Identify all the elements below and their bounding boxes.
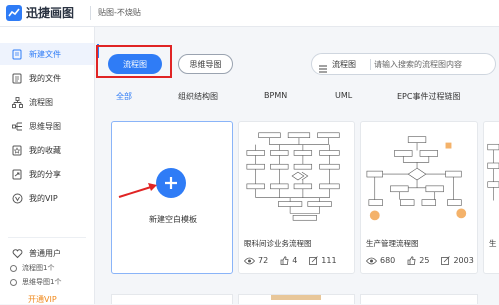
top-bar: 迅捷画图 贴图-不烧贴 xyxy=(0,0,499,27)
red-arrow-annotation xyxy=(118,183,157,198)
app-tagline: 贴图-不烧贴 xyxy=(98,8,141,17)
search-input[interactable] xyxy=(374,57,492,71)
share-icon xyxy=(10,169,24,180)
user-status: 普通用户 xyxy=(0,243,94,263)
highlight-annotation-box xyxy=(96,45,172,78)
new-blank-template-label: 新建空白模板 xyxy=(149,215,197,224)
template-stats: 72 4 111 xyxy=(244,256,349,265)
sidebar-item-label: 我的文件 xyxy=(29,73,61,83)
edit-icon xyxy=(309,256,319,265)
collection-icon xyxy=(10,145,24,156)
quota-mindmap: 思维导图1个 xyxy=(10,277,61,287)
copies-stat[interactable]: 111 xyxy=(309,256,337,265)
template-card-row2[interactable] xyxy=(111,294,233,304)
views-stat: 680 xyxy=(366,256,395,265)
mindmap-icon xyxy=(10,121,24,132)
search-divider xyxy=(370,59,371,70)
views-stat: 72 xyxy=(244,256,268,265)
likes-stat[interactable]: 4 xyxy=(280,256,297,265)
sidebar-item-share[interactable]: 我的分享 xyxy=(0,163,94,185)
upgrade-vip-link[interactable]: 开通VIP xyxy=(28,294,57,305)
quota-bullet-icon xyxy=(10,264,17,272)
template-thumbnail xyxy=(487,143,499,201)
template-title: 生 xyxy=(489,239,497,248)
eye-icon xyxy=(366,257,377,264)
template-thumbnail xyxy=(366,136,467,221)
copies-count: 111 xyxy=(321,256,337,265)
thumbs-up-icon xyxy=(280,256,289,265)
sidebar-item-collection[interactable]: 我的收藏 xyxy=(0,139,94,161)
header-divider xyxy=(90,6,91,20)
quota-bullet-icon xyxy=(10,278,17,286)
tab-org-chart[interactable]: 组织结构图 xyxy=(178,91,218,102)
search-bar: 流程图 xyxy=(311,53,496,75)
template-card[interactable]: 眼科间诊业务流程图 72 4 111 xyxy=(238,121,355,274)
eye-icon xyxy=(244,257,255,264)
tab-bpmn[interactable]: BPMN xyxy=(264,91,287,100)
template-card-row2[interactable] xyxy=(360,294,478,304)
sidebar: 新建文件 我的文件 流程图 思维导图 我的收藏 我的分享 我的VIP 普通用户 … xyxy=(0,27,95,304)
template-card[interactable]: 生 xyxy=(483,121,499,274)
tab-all[interactable]: 全部 xyxy=(116,91,132,102)
likes-count: 4 xyxy=(292,256,298,265)
thumbs-up-icon xyxy=(407,256,416,265)
sidebar-item-vip[interactable]: 我的VIP xyxy=(0,187,94,209)
plus-icon[interactable] xyxy=(156,168,186,198)
tab-epc[interactable]: EPC事件过程链图 xyxy=(397,91,460,102)
vip-icon xyxy=(10,193,24,204)
sidebar-divider xyxy=(8,237,86,238)
copies-stat[interactable]: 2003 xyxy=(441,256,474,265)
template-thumbnail xyxy=(246,132,340,221)
tab-uml[interactable]: UML xyxy=(335,91,352,100)
likes-stat[interactable]: 25 xyxy=(407,256,429,265)
search-type-select[interactable]: 流程图 xyxy=(332,59,356,70)
logo-icon xyxy=(6,4,22,21)
views-count: 72 xyxy=(258,256,269,265)
quota-text: 流程图1个 xyxy=(22,264,55,272)
user-heart-icon xyxy=(10,248,24,259)
menu-icon[interactable] xyxy=(318,59,328,78)
template-card[interactable]: 生产管理流程图 680 25 2003 xyxy=(360,121,478,274)
template-title: 眼科间诊业务流程图 xyxy=(244,239,312,248)
views-count: 680 xyxy=(380,256,396,265)
copies-count: 2003 xyxy=(453,256,474,265)
sidebar-item-label: 思维导图 xyxy=(29,121,61,131)
sidebar-item-my-files[interactable]: 我的文件 xyxy=(0,67,94,89)
sidebar-item-new-file[interactable]: 新建文件 xyxy=(0,43,94,65)
likes-count: 25 xyxy=(419,256,430,265)
app-name: 迅捷画图 xyxy=(26,6,75,20)
thumbnail-header-strip xyxy=(271,295,321,300)
sidebar-item-label: 我的收藏 xyxy=(29,145,61,155)
quota-flowchart: 流程图1个 xyxy=(10,263,54,273)
mindmap-tab-button[interactable]: 思维导图 xyxy=(178,54,233,74)
template-card-row2[interactable] xyxy=(238,294,355,304)
file-icon xyxy=(10,73,24,84)
edit-icon xyxy=(441,256,451,265)
sidebar-item-label: 新建文件 xyxy=(29,49,61,59)
app-logo[interactable]: 迅捷画图 xyxy=(6,4,74,21)
user-level-label: 普通用户 xyxy=(29,248,61,258)
new-file-icon xyxy=(10,49,24,60)
category-tabs: 全部 组织结构图 BPMN UML EPC事件过程链图 xyxy=(0,91,499,105)
quota-text: 思维导图1个 xyxy=(22,278,62,286)
sidebar-item-label: 我的VIP xyxy=(29,193,58,203)
template-title: 生产管理流程图 xyxy=(366,239,419,248)
template-stats: 680 25 2003 xyxy=(366,256,477,265)
sidebar-item-label: 我的分享 xyxy=(29,169,61,179)
sidebar-item-mindmap[interactable]: 思维导图 xyxy=(0,115,94,137)
